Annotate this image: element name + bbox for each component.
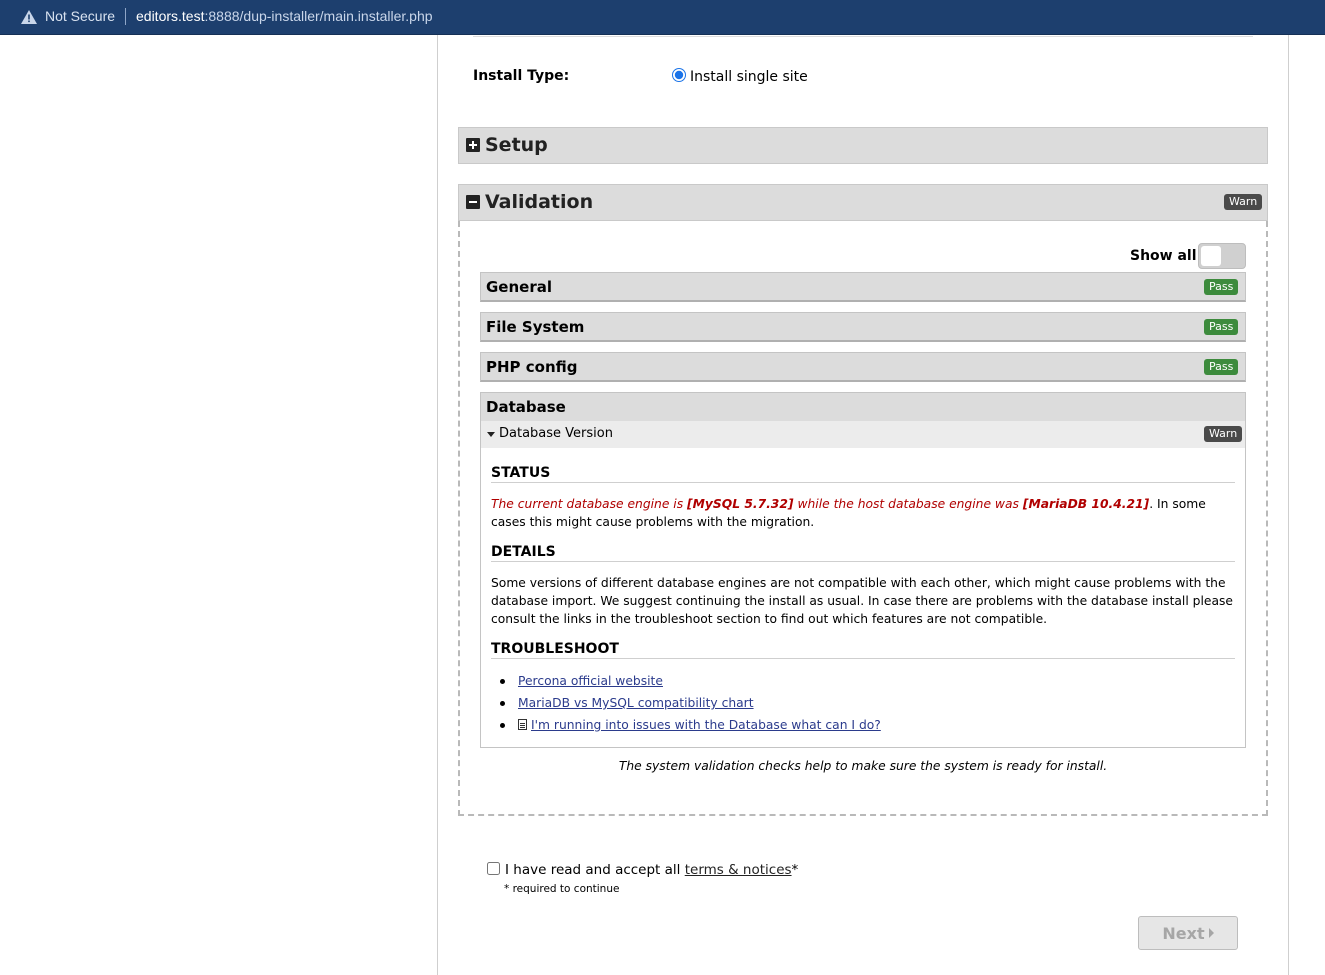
status-error-text: while the host database engine was <box>793 497 1023 511</box>
expand-plus-icon <box>466 138 480 152</box>
install-single-site-label[interactable]: Install single site <box>690 69 808 85</box>
url-path: :8888/dup-installer/main.installer.php <box>204 8 433 24</box>
caret-down-icon <box>487 432 495 437</box>
check-title: File System <box>486 318 585 336</box>
warning-icon <box>21 10 37 24</box>
pass-badge: Pass <box>1204 279 1239 295</box>
percona-link[interactable]: Percona official website <box>518 672 663 690</box>
host-db-engine: [MariaDB 10.4.21] <box>1022 497 1150 511</box>
show-all-toggle[interactable] <box>1198 243 1246 269</box>
url-host: editors.test <box>136 8 205 24</box>
database-title: Database <box>486 398 566 416</box>
check-php-config-header[interactable]: PHP config Pass <box>480 352 1246 382</box>
next-button-label: Next <box>1162 923 1205 943</box>
next-button[interactable]: Next <box>1138 916 1238 950</box>
collapse-minus-icon <box>466 195 480 209</box>
database-header[interactable]: Database <box>481 393 1245 421</box>
caret-right-icon <box>1208 927 1214 938</box>
current-db-engine: [MySQL 5.7.32] <box>687 497 794 511</box>
terms-notices-link[interactable]: terms & notices <box>685 862 792 878</box>
pass-badge: Pass <box>1204 359 1239 375</box>
not-secure-label[interactable]: Not Secure <box>45 8 115 24</box>
accept-terms-checkbox[interactable] <box>487 862 500 875</box>
install-type-label: Install Type: <box>473 68 570 84</box>
required-note: * required to continue <box>504 883 620 895</box>
accept-terms-label[interactable]: I have read and accept all terms & notic… <box>505 862 798 878</box>
pass-badge: Pass <box>1204 319 1239 335</box>
toggle-knob <box>1201 246 1221 266</box>
mariadb-compat-link[interactable]: MariaDB vs MySQL compatibility chart <box>518 694 754 712</box>
address-divider <box>125 8 126 25</box>
install-single-site-radio[interactable] <box>672 68 686 82</box>
setup-section-header[interactable]: Setup <box>458 127 1268 164</box>
status-error-text: The current database engine is <box>491 497 688 511</box>
validation-status-badge: Warn <box>1224 194 1263 210</box>
database-version-label: Database Version <box>499 426 613 441</box>
check-general-header[interactable]: General Pass <box>480 272 1246 302</box>
details-text: Some versions of different database engi… <box>491 576 1233 626</box>
validation-note: The system validation checks help to mak… <box>618 759 1108 773</box>
troubleshoot-heading: TROUBLESHOOT <box>491 641 1235 659</box>
section-divider <box>473 35 1253 37</box>
check-file-system-header[interactable]: File System Pass <box>480 312 1246 342</box>
setup-section-title: Setup <box>485 134 548 156</box>
show-all-label: Show all <box>1130 248 1197 264</box>
database-version-toggle[interactable]: Database Version Warn <box>481 421 1245 448</box>
bullet <box>500 701 505 706</box>
bullet <box>500 723 505 728</box>
required-asterisk: * <box>791 862 799 878</box>
warn-badge: Warn <box>1204 426 1243 442</box>
browser-address-bar: Not Secure editors.test:8888/dup-install… <box>0 0 1325 35</box>
accept-text: I have read and accept all <box>505 862 685 878</box>
check-title: General <box>486 278 552 296</box>
validation-section-header[interactable]: Validation Warn <box>458 184 1268 221</box>
bullet <box>500 679 505 684</box>
database-issues-link-text: I'm running into issues with the Databas… <box>531 718 881 732</box>
database-issues-link[interactable]: I'm running into issues with the Databas… <box>518 716 881 734</box>
status-heading: STATUS <box>491 465 1235 483</box>
document-icon <box>518 719 527 730</box>
check-title: PHP config <box>486 358 578 376</box>
url-field[interactable]: editors.test:8888/dup-installer/main.ins… <box>136 8 433 24</box>
details-heading: DETAILS <box>491 544 1235 562</box>
status-text: The current database engine is [MySQL 5.… <box>491 495 1237 531</box>
validation-section-title: Validation <box>485 191 594 213</box>
